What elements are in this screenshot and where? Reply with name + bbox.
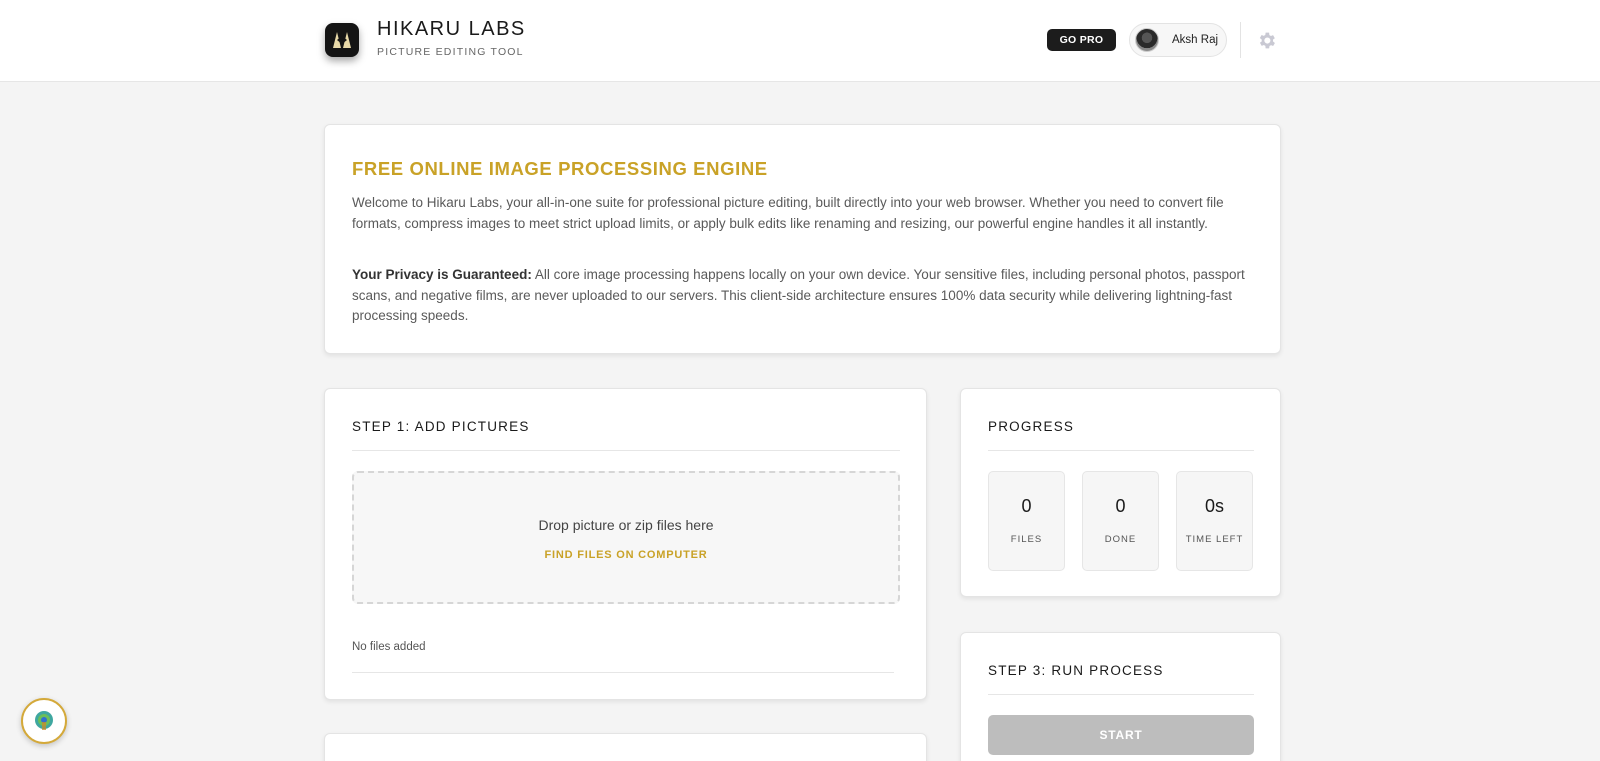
- file-list-divider: [352, 672, 894, 673]
- step3-divider: [988, 694, 1254, 695]
- user-name: Aksh Raj: [1172, 34, 1219, 46]
- user-profile-button[interactable]: Aksh Raj: [1129, 23, 1227, 57]
- go-pro-button[interactable]: GO PRO: [1047, 29, 1116, 51]
- step1-card: STEP 1: ADD PICTURES Drop picture or zip…: [324, 388, 927, 700]
- stat-files: 0 FILES: [988, 471, 1065, 571]
- step1-title: STEP 1: ADD PICTURES: [352, 419, 530, 434]
- step1-divider: [352, 450, 900, 451]
- stat-label: TIME LEFT: [1185, 534, 1244, 545]
- brand-title: HIKARU LABS: [377, 18, 526, 40]
- step3-title: STEP 3: RUN PROCESS: [988, 663, 1164, 678]
- stat-value: 0: [1115, 496, 1126, 516]
- progress-title: PROGRESS: [988, 419, 1075, 434]
- intro-card: FREE ONLINE IMAGE PROCESSING ENGINE Welc…: [324, 124, 1281, 354]
- file-dropzone[interactable]: Drop picture or zip files here FIND FILE…: [352, 471, 900, 604]
- find-files-button[interactable]: FIND FILES ON COMPUTER: [354, 549, 898, 561]
- stat-value: 0s: [1204, 496, 1224, 516]
- start-button[interactable]: START: [988, 715, 1254, 755]
- avatar: [1135, 28, 1159, 52]
- progress-card: PROGRESS 0 FILES 0 DONE 0s TIME LEFT: [960, 388, 1281, 597]
- stat-label: DONE: [1104, 534, 1137, 545]
- header-divider: [1240, 22, 1241, 58]
- privacy-heading: Your Privacy is Guaranteed:: [352, 267, 532, 282]
- file-status: No files added: [352, 641, 426, 653]
- stat-time-left: 0s TIME LEFT: [1176, 471, 1253, 571]
- intro-paragraph: Welcome to Hikaru Labs, your all-in-one …: [352, 195, 1224, 231]
- gear-icon[interactable]: [1256, 30, 1277, 51]
- step3-card: STEP 3: RUN PROCESS START: [960, 632, 1281, 761]
- assistant-button[interactable]: [21, 698, 67, 744]
- intro-title: FREE ONLINE IMAGE PROCESSING ENGINE: [352, 158, 768, 179]
- drop-text: Drop picture or zip files here: [538, 517, 714, 533]
- stat-done: 0 DONE: [1082, 471, 1159, 571]
- stat-label: FILES: [1010, 534, 1043, 545]
- progress-divider: [988, 450, 1254, 451]
- peacock-icon: [35, 711, 53, 730]
- step2-card: [324, 733, 927, 761]
- stat-value: 0: [1021, 496, 1032, 516]
- privacy-paragraph: Your Privacy is Guaranteed: All core ima…: [352, 265, 1257, 327]
- brand-subtitle: PICTURE EDITING TOOL: [377, 46, 524, 58]
- top-header: HIKARU LABS PICTURE EDITING TOOL GO PRO …: [0, 0, 1600, 82]
- hikaru-logo-icon[interactable]: [325, 23, 359, 57]
